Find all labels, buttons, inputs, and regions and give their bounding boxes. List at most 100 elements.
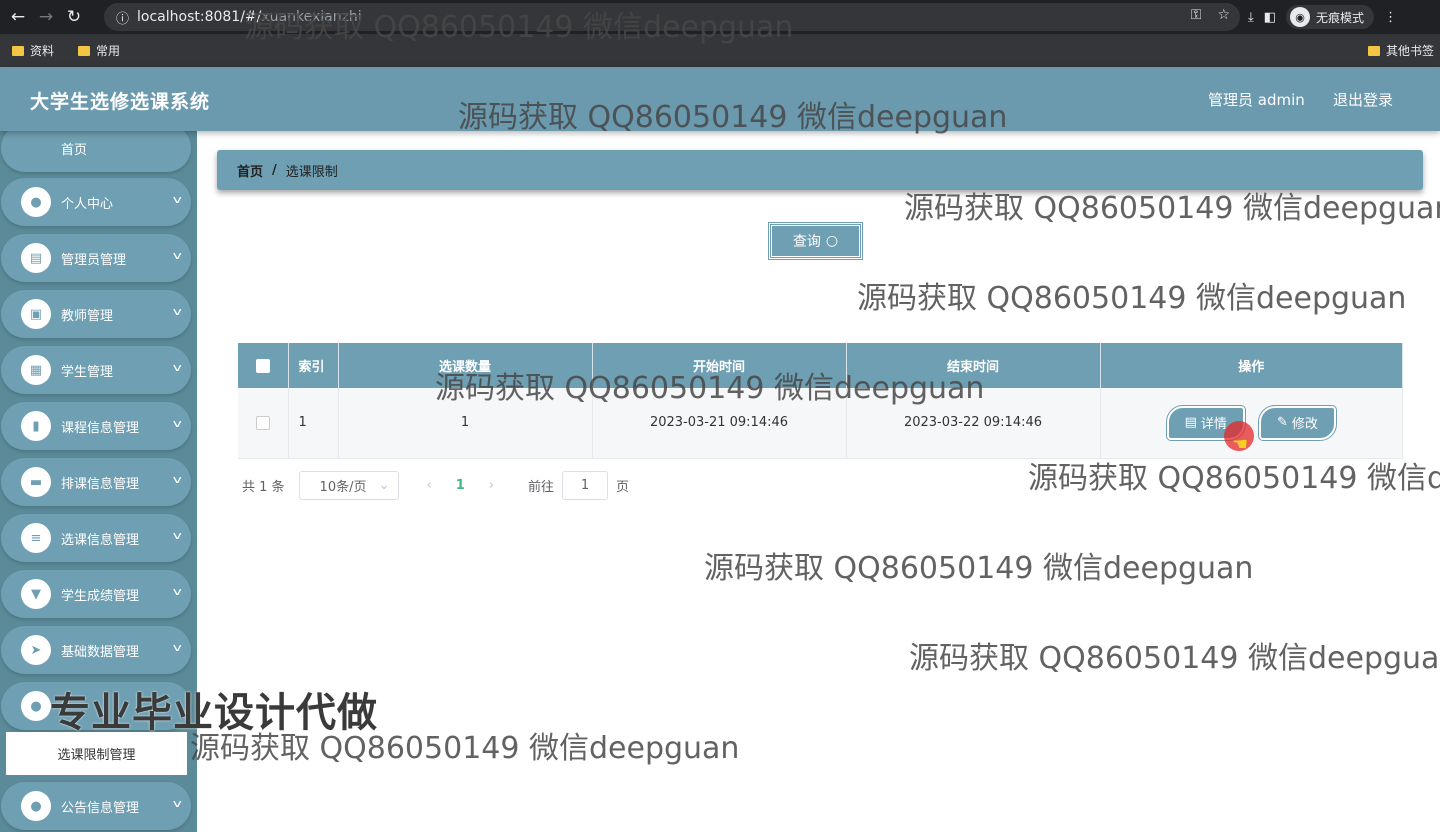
- chevron-down-icon: v: [173, 473, 183, 486]
- download-icon[interactable]: ⤓: [1248, 10, 1254, 25]
- sidebar-item-label: 学生成绩管理: [61, 588, 140, 604]
- sidebar-item-label: 选课信息管理: [61, 532, 140, 548]
- sidebar-item-schedule[interactable]: ▬ 排课信息管理 v: [1, 458, 191, 506]
- url-path: xuankexianzhi: [261, 9, 362, 25]
- cell-actions: ▤ 详情 ✎ 修改: [1100, 388, 1403, 459]
- select-all-checkbox[interactable]: [255, 358, 270, 373]
- query-button[interactable]: 查询 ○: [768, 222, 863, 260]
- back-icon[interactable]: ←: [4, 3, 32, 31]
- chevron-down-icon: v: [173, 417, 183, 430]
- browser-toolbar: ← → ↻ ⓘ localhost:8081/#/xuankexianzhi ⚿…: [0, 0, 1440, 34]
- key-icon[interactable]: ⚿: [1191, 7, 1202, 23]
- folder-icon: [78, 45, 91, 56]
- column-header: 选课数量: [338, 343, 593, 388]
- sidepanel-icon[interactable]: ◧: [1264, 10, 1276, 25]
- sidebar-item-home[interactable]: 首页: [1, 131, 191, 172]
- sidebar-item-label: 教师管理: [61, 308, 114, 324]
- detail-label: 详情: [1200, 417, 1227, 433]
- hand-cursor-icon: ☚: [1232, 434, 1249, 455]
- incognito-label: 无痕模式: [1316, 10, 1365, 25]
- chevron-down-icon: v: [173, 585, 183, 598]
- other-bookmarks-label: 其他书签: [1385, 44, 1434, 58]
- incognito-icon: ◉: [1290, 7, 1311, 27]
- sidebar-item-base-data[interactable]: ➤ 基础数据管理 v: [1, 626, 191, 674]
- app-header: 大学生选修选课系统 管理员 admin 退出登录: [0, 67, 1440, 131]
- chevron-down-icon: v: [173, 797, 183, 810]
- chevron-down-icon: ⌄: [378, 478, 390, 493]
- page-number-current[interactable]: 1: [456, 478, 465, 493]
- sidebar-item-student[interactable]: ▦ 学生管理 v: [1, 346, 191, 394]
- column-header: 索引: [288, 343, 339, 388]
- cell-index: 1: [288, 388, 339, 459]
- sidebar-item-label: 课程信息管理: [61, 420, 140, 436]
- grid-icon: ▦: [21, 355, 51, 385]
- menu-icon[interactable]: ⋮: [1384, 10, 1397, 25]
- app-title: 大学生选修选课系统: [30, 91, 211, 113]
- reload-icon[interactable]: ↻: [60, 3, 88, 31]
- cell-end-time: 2023-03-22 09:14:46: [846, 388, 1101, 459]
- sidebar-item-label: 管理员管理: [61, 252, 127, 268]
- bulb-icon: ●: [21, 691, 51, 721]
- bookmarks-bar: 资料 常用 其他书签: [0, 34, 1440, 67]
- sidebar-item-personal-center[interactable]: ● 个人中心 v: [1, 178, 191, 226]
- watermark: 源码获取 QQ86050149 微信deepguan: [909, 641, 1440, 676]
- row-checkbox[interactable]: [255, 415, 270, 430]
- monitor-icon: ▬: [21, 467, 51, 497]
- chevron-down-icon: v: [173, 361, 183, 374]
- bookmark-folder[interactable]: 资料: [12, 42, 54, 59]
- sidebar-item-notice[interactable]: ● 公告信息管理 v: [1, 782, 191, 830]
- sidebar-item-teacher[interactable]: ▣ 教师管理 v: [1, 290, 191, 338]
- breadcrumb: 首页 / 选课限制: [217, 150, 1423, 190]
- sidebar-item-grades[interactable]: ▼ 学生成绩管理 v: [1, 570, 191, 618]
- other-bookmarks[interactable]: 其他书签: [1367, 42, 1434, 59]
- submenu-item-limit-manage[interactable]: 选课限制管理: [6, 732, 187, 775]
- breadcrumb-separator: /: [272, 162, 277, 178]
- url-host: localhost:8081/#/: [137, 9, 262, 25]
- page-size-value: 10条/页: [319, 480, 367, 495]
- badge-icon: ▣: [21, 299, 51, 329]
- breadcrumb-home[interactable]: 首页: [237, 161, 263, 180]
- forward-icon[interactable]: →: [32, 3, 60, 31]
- bookmark-label: 资料: [30, 44, 55, 58]
- search-icon: ○: [825, 233, 839, 249]
- logout-link[interactable]: 退出登录: [1333, 89, 1393, 110]
- next-page-icon[interactable]: ›: [489, 478, 494, 493]
- sidebar-item-label: 学生管理: [61, 364, 114, 380]
- sidebar-item-course[interactable]: ▮ 课程信息管理 v: [1, 402, 191, 450]
- sidebar-item-label: 公告信息管理: [61, 800, 140, 816]
- folder-icon: [1367, 45, 1380, 56]
- chevron-down-icon: v: [173, 641, 183, 654]
- goto-suffix: 页: [616, 480, 630, 495]
- document-icon: ▤: [1184, 415, 1197, 431]
- sidebar-item-label: 首页: [61, 142, 88, 158]
- sidebar-item-selection[interactable]: ≡ 选课信息管理 v: [1, 514, 191, 562]
- chevron-down-icon: v: [173, 305, 183, 318]
- row-select-cell[interactable]: [238, 388, 289, 459]
- watermark: 源码获取 QQ86050149 微信de: [1028, 461, 1440, 496]
- address-bar[interactable]: ⓘ localhost:8081/#/xuankexianzhi ⚿ ☆: [104, 3, 1240, 31]
- goto-page-input[interactable]: 1: [562, 471, 609, 500]
- query-label: 查询: [792, 234, 821, 250]
- pagination: 共 1 条 10条/页 ⌄ ‹ 1 › 前往 1 页: [242, 471, 629, 500]
- star-icon[interactable]: ☆: [1217, 7, 1230, 23]
- sliders-icon: ≡: [21, 523, 51, 553]
- column-header: 结束时间: [846, 343, 1101, 388]
- current-user: 管理员 admin: [1208, 91, 1305, 109]
- page-size-select[interactable]: 10条/页 ⌄: [298, 471, 399, 500]
- incognito-badge[interactable]: ◉ 无痕模式: [1286, 5, 1375, 29]
- info-icon[interactable]: ⓘ: [116, 8, 129, 27]
- sidebar-item-label: 基础数据管理: [61, 644, 140, 660]
- bookmark-folder[interactable]: 常用: [78, 42, 120, 59]
- column-header: 操作: [1100, 343, 1403, 388]
- edit-button[interactable]: ✎ 修改: [1258, 404, 1337, 441]
- sidebar-item-admin[interactable]: ▤ 管理员管理 v: [1, 234, 191, 282]
- pager-total: 共 1 条: [242, 480, 285, 495]
- signpost-icon: ▼: [21, 579, 51, 609]
- cell-count: 1: [338, 388, 593, 459]
- table-header-row: 索引 选课数量 开始时间 结束时间 操作: [238, 343, 1403, 388]
- prev-page-icon[interactable]: ‹: [427, 478, 432, 493]
- select-all-cell[interactable]: [238, 343, 289, 388]
- banner-watermark: 专业毕业设计代做: [50, 690, 378, 736]
- edit-label: 修改: [1291, 417, 1318, 433]
- chevron-down-icon: v: [173, 529, 183, 542]
